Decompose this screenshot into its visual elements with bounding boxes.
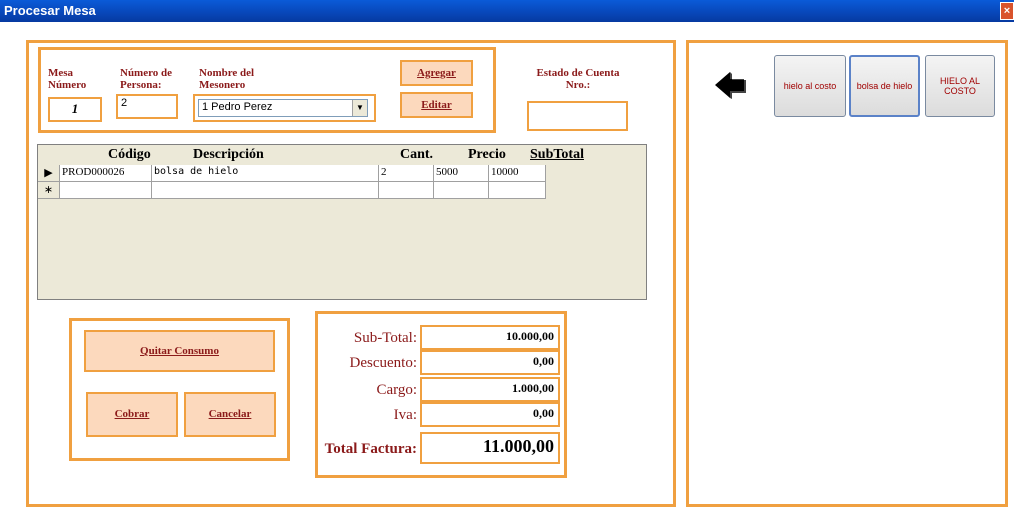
cell-subtotal[interactable]: 10000 — [489, 165, 546, 182]
close-button[interactable]: × — [1000, 2, 1014, 20]
table-row[interactable]: ▶ PROD000026 bolsa de hielo 2 5000 10000 — [38, 165, 546, 182]
cargo-label: Cargo: — [376, 382, 417, 398]
cobrar-button[interactable]: Cobrar — [86, 392, 178, 437]
new-row-marker[interactable]: ∗ — [38, 182, 60, 199]
new-row[interactable]: ∗ — [38, 182, 546, 199]
column-header-cant[interactable]: Cant. — [400, 147, 433, 163]
mesa-number-field[interactable]: 1 — [48, 97, 102, 122]
new-cell-precio[interactable] — [434, 182, 489, 199]
mesonero-label: Nombre del Mesonero — [199, 67, 255, 91]
column-header-codigo[interactable]: Código — [108, 147, 151, 163]
quitar-consumo-button[interactable]: Quitar Consumo — [84, 330, 275, 372]
mesa-label: Mesa Número — [48, 67, 87, 91]
cell-codigo[interactable]: PROD000026 — [60, 165, 152, 182]
mesonero-dropdown[interactable]: 1 Pedro Perez ▼ — [193, 94, 376, 122]
cell-descripcion[interactable]: bolsa de hielo — [152, 165, 379, 182]
personas-label: Número de Persona: — [120, 67, 173, 91]
column-header-descripcion[interactable]: Descripción — [193, 147, 264, 163]
estado-field[interactable] — [527, 101, 628, 131]
chevron-down-icon[interactable]: ▼ — [352, 100, 367, 116]
product-button-hielo-al-costo[interactable]: hielo al costo — [774, 55, 846, 117]
editar-button[interactable]: Editar — [400, 92, 473, 118]
new-cell-codigo[interactable] — [60, 182, 152, 199]
estado-label: Estado de Cuenta Nro.: — [536, 67, 620, 91]
new-cell-subtotal[interactable] — [489, 182, 546, 199]
new-cell-cant[interactable] — [379, 182, 434, 199]
descuento-field[interactable]: 0,00 — [420, 350, 560, 375]
subtotal-label: Sub-Total: — [353, 330, 417, 346]
row-selector[interactable]: ▶ — [38, 165, 60, 182]
descuento-label: Descuento: — [349, 355, 417, 371]
column-header-subtotal[interactable]: SubTotal — [530, 147, 584, 163]
agregar-button[interactable]: Agregar — [400, 60, 473, 86]
new-cell-descripcion[interactable] — [152, 182, 379, 199]
mesa-number-value: 1 — [71, 101, 79, 116]
title-bar: Procesar Mesa — [0, 0, 1014, 22]
personas-field[interactable]: 2 — [116, 94, 178, 119]
product-button-bolsa-de-hielo[interactable]: bolsa de hielo — [849, 55, 920, 117]
cell-precio[interactable]: 5000 — [434, 165, 489, 182]
iva-field[interactable]: 0,00 — [420, 402, 560, 427]
column-header-precio[interactable]: Precio — [468, 147, 506, 163]
subtotal-field: 10.000,00 — [420, 325, 560, 350]
total-field: 11.000,00 — [420, 432, 560, 464]
personas-value: 2 — [121, 97, 128, 109]
window-title: Procesar Mesa — [4, 3, 96, 18]
cancelar-button[interactable]: Cancelar — [184, 392, 276, 437]
mesonero-value: 1 Pedro Perez — [202, 101, 273, 113]
cell-cant[interactable]: 2 — [379, 165, 434, 182]
iva-label: Iva: — [393, 407, 417, 423]
back-arrow-icon[interactable] — [713, 68, 747, 102]
product-button-hielo-al-costo-upper[interactable]: HIELO AL COSTO — [925, 55, 995, 117]
cargo-field[interactable]: 1.000,00 — [420, 377, 560, 402]
total-label: Total Factura: — [324, 441, 417, 457]
consumo-grid[interactable]: Código Descripción Cant. Precio SubTotal… — [37, 144, 647, 300]
